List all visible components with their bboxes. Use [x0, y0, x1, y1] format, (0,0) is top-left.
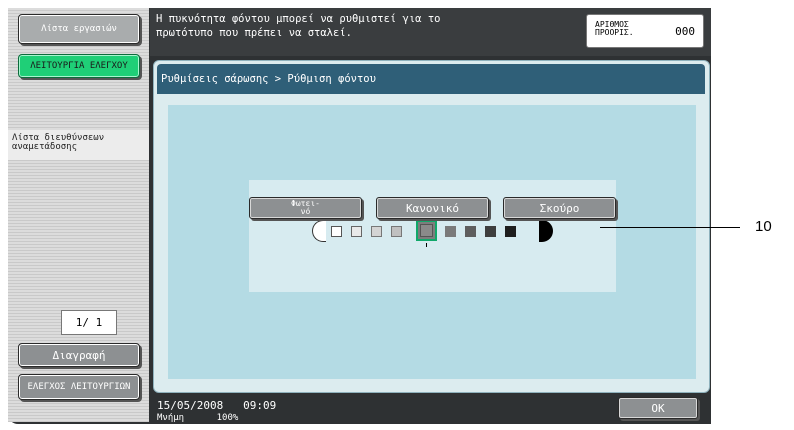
memory-value: 100% [216, 413, 239, 423]
density-level-6[interactable] [445, 226, 456, 237]
address-list-heading: Λίστα διευθύνσεων αναμετάδοσης [8, 130, 149, 160]
instruction-message: Η πυκνότητα φόντου μπορεί να ρυθμιστεί γ… [156, 13, 441, 39]
destination-counter: ΑΡΙΘΜΟΣ ΠΡΟΟΡΙΣ. 000 [586, 14, 704, 48]
density-level-2[interactable] [351, 226, 362, 237]
normal-label: Κανονικό [406, 201, 459, 215]
status-footer: 15/05/2008 09:09 Μνήμη 100% OK [150, 393, 711, 424]
settings-content: Φωτει- νό Κανονικό Σκούρο [168, 105, 696, 379]
left-sidebar: Λίστα εργασιών ΛΕΙΤΟΥΡΓΙΑ ΕΛΕΓΧΟΥ Λίστα … [8, 8, 149, 422]
callout-leader-line [600, 227, 740, 228]
density-level-3[interactable] [371, 226, 382, 237]
delete-button[interactable]: Διαγραφή [18, 343, 140, 367]
ok-label: OK [651, 401, 665, 415]
destination-label: ΑΡΙΘΜΟΣ ΠΡΟΟΡΙΣ. [595, 20, 634, 37]
selected-marker-bottom [426, 243, 427, 247]
check-functions-label: ΕΛΕΓΧΟΣ ΛΕΙΤΟΥΡΓΙΩΝ [27, 381, 131, 392]
darker-button[interactable]: Σκούρο [503, 197, 616, 219]
time-text: 09:09 [243, 399, 277, 412]
job-list-label: Λίστα εργασιών [41, 23, 117, 34]
callout-number: 10 [755, 218, 772, 235]
lighter-button[interactable]: Φωτει- νό [249, 197, 362, 219]
delete-label: Διαγραφή [52, 348, 106, 362]
density-level-1[interactable] [331, 226, 342, 237]
job-list-button[interactable]: Λίστα εργασιών [18, 14, 140, 44]
dark-end-icon [539, 220, 553, 242]
message-bar: Η πυκνότητα φόντου μπορεί να ρυθμιστεί γ… [150, 8, 711, 56]
normal-button[interactable]: Κανονικό [376, 197, 489, 219]
selected-level-fill [420, 224, 433, 237]
check-job-button[interactable]: ΛΕΙΤΟΥΡΓΙΑ ΕΛΕΓΧΟΥ [18, 54, 140, 78]
memory-label: Μνήμη [157, 413, 185, 423]
lighter-label: Φωτει- νό [291, 199, 320, 216]
ok-button[interactable]: OK [618, 397, 698, 419]
density-level-8[interactable] [485, 226, 496, 237]
density-level-4[interactable] [391, 226, 402, 237]
date-text: 15/05/2008 [157, 399, 224, 412]
breadcrumb: Ρυθμίσεις σάρωσης > Ρύθμιση φόντου [157, 64, 705, 94]
light-end-icon [312, 220, 326, 242]
density-level-7[interactable] [465, 226, 476, 237]
density-level-5-selected[interactable] [416, 220, 437, 241]
check-functions-button[interactable]: ΕΛΕΓΧΟΣ ΛΕΙΤΟΥΡΓΙΩΝ [18, 374, 140, 400]
memory-status: Μνήμη 100% [157, 414, 238, 423]
darker-label: Σκούρο [539, 201, 580, 215]
check-job-label: ΛΕΙΤΟΥΡΓΙΑ ΕΛΕΓΧΟΥ [30, 60, 128, 71]
date-time: 15/05/2008 09:09 [157, 400, 276, 411]
page-indicator: 1/ 1 [61, 310, 117, 335]
destination-count: 000 [675, 25, 695, 38]
density-level-9[interactable] [505, 226, 516, 237]
